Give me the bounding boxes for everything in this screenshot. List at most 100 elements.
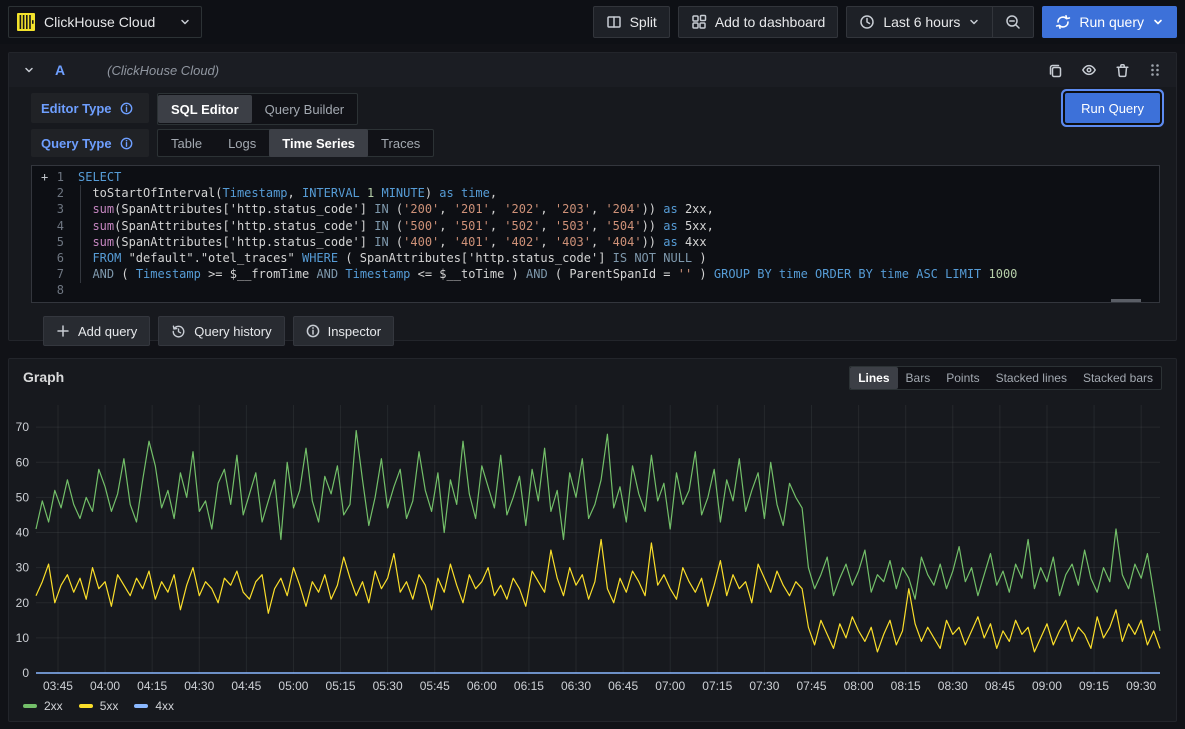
graph-panel: Graph LinesBarsPointsStacked linesStacke…: [8, 358, 1177, 722]
x-axis-tick-label: 05:00: [278, 679, 308, 693]
y-axis-tick-label: 0: [22, 666, 29, 680]
x-axis-tick-label: 09:15: [1079, 679, 1109, 693]
toolbar-actions: Split Add to dashboard: [593, 6, 1177, 38]
info-circle-icon: [306, 324, 320, 338]
x-axis-tick-label: 04:00: [90, 679, 120, 693]
legend-label: 2xx: [44, 699, 63, 713]
x-axis-tick-label: 05:15: [326, 679, 356, 693]
editor-code[interactable]: SELECT toStartOfInterval(Timestamp, INTE…: [78, 166, 1159, 302]
line-number: 7: [32, 266, 78, 282]
x-axis-tick-label: 09:30: [1126, 679, 1156, 693]
x-axis-tick-label: 03:45: [43, 679, 73, 693]
series-line-2xx: [36, 431, 1160, 631]
drag-handle-icon[interactable]: [1148, 62, 1162, 78]
info-circle-icon[interactable]: [120, 102, 133, 115]
code-line: toStartOfInterval(Timestamp, INTERVAL 1 …: [78, 185, 1159, 201]
split-icon: [606, 14, 622, 30]
x-axis-tick-label: 08:00: [844, 679, 874, 693]
indent-guide: [80, 185, 81, 283]
code-line: sum(SpanAttributes['http.status_code'] I…: [78, 218, 1159, 234]
query-type-toggle: TableLogsTime SeriesTraces: [157, 129, 434, 157]
plus-icon: [56, 324, 70, 338]
graph-mode-points[interactable]: Points: [938, 367, 987, 389]
graph-mode-lines[interactable]: Lines: [850, 367, 897, 389]
run-query-button[interactable]: Run Query: [1065, 93, 1160, 123]
top-toolbar: ClickHouse Cloud Split: [0, 0, 1185, 44]
zoom-out-button[interactable]: [993, 6, 1034, 38]
tab-traces[interactable]: Traces: [368, 129, 433, 157]
sql-code-editor[interactable]: 1+2345678 SELECT toStartOfInterval(Times…: [31, 165, 1160, 303]
graph-mode-stacked-bars[interactable]: Stacked bars: [1075, 367, 1161, 389]
query-row-header[interactable]: A (ClickHouse Cloud): [9, 53, 1176, 87]
run-query-toolbar-button[interactable]: Run query: [1042, 6, 1177, 38]
editor-gutter: 1+2345678: [32, 166, 78, 302]
x-axis-tick-label: 05:30: [373, 679, 403, 693]
code-line: sum(SpanAttributes['http.status_code'] I…: [78, 234, 1159, 250]
eye-icon[interactable]: [1081, 62, 1097, 78]
tab-table[interactable]: Table: [158, 129, 215, 157]
y-axis-tick-label: 70: [16, 420, 30, 434]
datasource-picker[interactable]: ClickHouse Cloud: [8, 6, 202, 38]
y-axis-tick-label: 40: [16, 526, 30, 540]
chevron-down-icon: [968, 16, 980, 28]
y-axis-tick-label: 30: [16, 561, 30, 575]
editor-type-toggle: SQL EditorQuery Builder: [157, 93, 358, 125]
history-icon: [171, 324, 186, 339]
add-query-button[interactable]: Add query: [43, 316, 150, 346]
query-datasource-hint: (ClickHouse Cloud): [107, 63, 219, 78]
tab-time-series[interactable]: Time Series: [269, 129, 368, 157]
chart-legend: 2xx 5xx 4xx: [23, 699, 174, 713]
legend-swatch: [79, 704, 93, 708]
x-axis-tick-label: 06:00: [467, 679, 497, 693]
graph-style-toggle: LinesBarsPointsStacked linesStacked bars: [849, 366, 1162, 390]
x-axis-tick-label: 05:45: [420, 679, 450, 693]
inspector-button[interactable]: Inspector: [293, 316, 394, 346]
query-history-button[interactable]: Query history: [158, 316, 284, 346]
y-axis-tick-label: 50: [16, 490, 30, 504]
code-line: AND ( Timestamp >= $__fromTime AND Times…: [78, 266, 1159, 282]
x-axis-tick-label: 06:15: [514, 679, 544, 693]
x-axis-tick-label: 08:15: [891, 679, 921, 693]
graph-mode-bars[interactable]: Bars: [898, 367, 939, 389]
graph-mode-stacked-lines[interactable]: Stacked lines: [988, 367, 1075, 389]
line-number: 2: [32, 185, 78, 201]
add-line-icon: +: [41, 169, 48, 185]
code-line: [78, 282, 1159, 298]
x-axis-tick-label: 08:30: [938, 679, 968, 693]
line-number: 6: [32, 250, 78, 266]
time-range-button[interactable]: Last 6 hours: [846, 6, 993, 38]
code-line: SELECT: [78, 169, 1159, 185]
run-query-dropdown-icon[interactable]: [1152, 16, 1164, 28]
chevron-down-icon: [179, 16, 191, 28]
x-axis-tick-label: 06:45: [608, 679, 638, 693]
legend-item-4xx[interactable]: 4xx: [134, 699, 174, 713]
graph-panel-title: Graph: [23, 369, 64, 385]
time-series-chart[interactable]: 01020304050607003:4504:0004:1504:3004:45…: [15, 393, 1165, 693]
legend-item-5xx[interactable]: 5xx: [79, 699, 119, 713]
clock-icon: [859, 14, 875, 30]
duplicate-query-icon[interactable]: [1048, 63, 1063, 78]
y-axis-tick-label: 10: [16, 631, 30, 645]
x-axis-tick-label: 07:15: [702, 679, 732, 693]
legend-swatch: [23, 704, 37, 708]
tab-logs[interactable]: Logs: [215, 129, 269, 157]
x-axis-tick-label: 04:15: [137, 679, 167, 693]
line-number: 5: [32, 234, 78, 250]
trash-icon[interactable]: [1115, 63, 1130, 78]
line-number: 3: [32, 201, 78, 217]
add-to-dashboard-button[interactable]: Add to dashboard: [678, 6, 839, 38]
y-axis-tick-label: 60: [16, 455, 30, 469]
x-axis-tick-label: 06:30: [561, 679, 591, 693]
apps-grid-icon: [691, 14, 707, 30]
datasource-label: ClickHouse Cloud: [44, 14, 171, 30]
x-axis-tick-label: 04:45: [231, 679, 261, 693]
tab-query-builder[interactable]: Query Builder: [252, 95, 357, 123]
editor-hscrollbar[interactable]: [1111, 299, 1141, 302]
collapse-chevron-icon[interactable]: [23, 64, 35, 76]
tab-sql-editor[interactable]: SQL Editor: [158, 95, 252, 123]
info-circle-icon[interactable]: [120, 137, 133, 150]
split-button[interactable]: Split: [593, 6, 670, 38]
query-ref-id: A: [55, 62, 65, 78]
legend-label: 5xx: [100, 699, 119, 713]
legend-item-2xx[interactable]: 2xx: [23, 699, 63, 713]
